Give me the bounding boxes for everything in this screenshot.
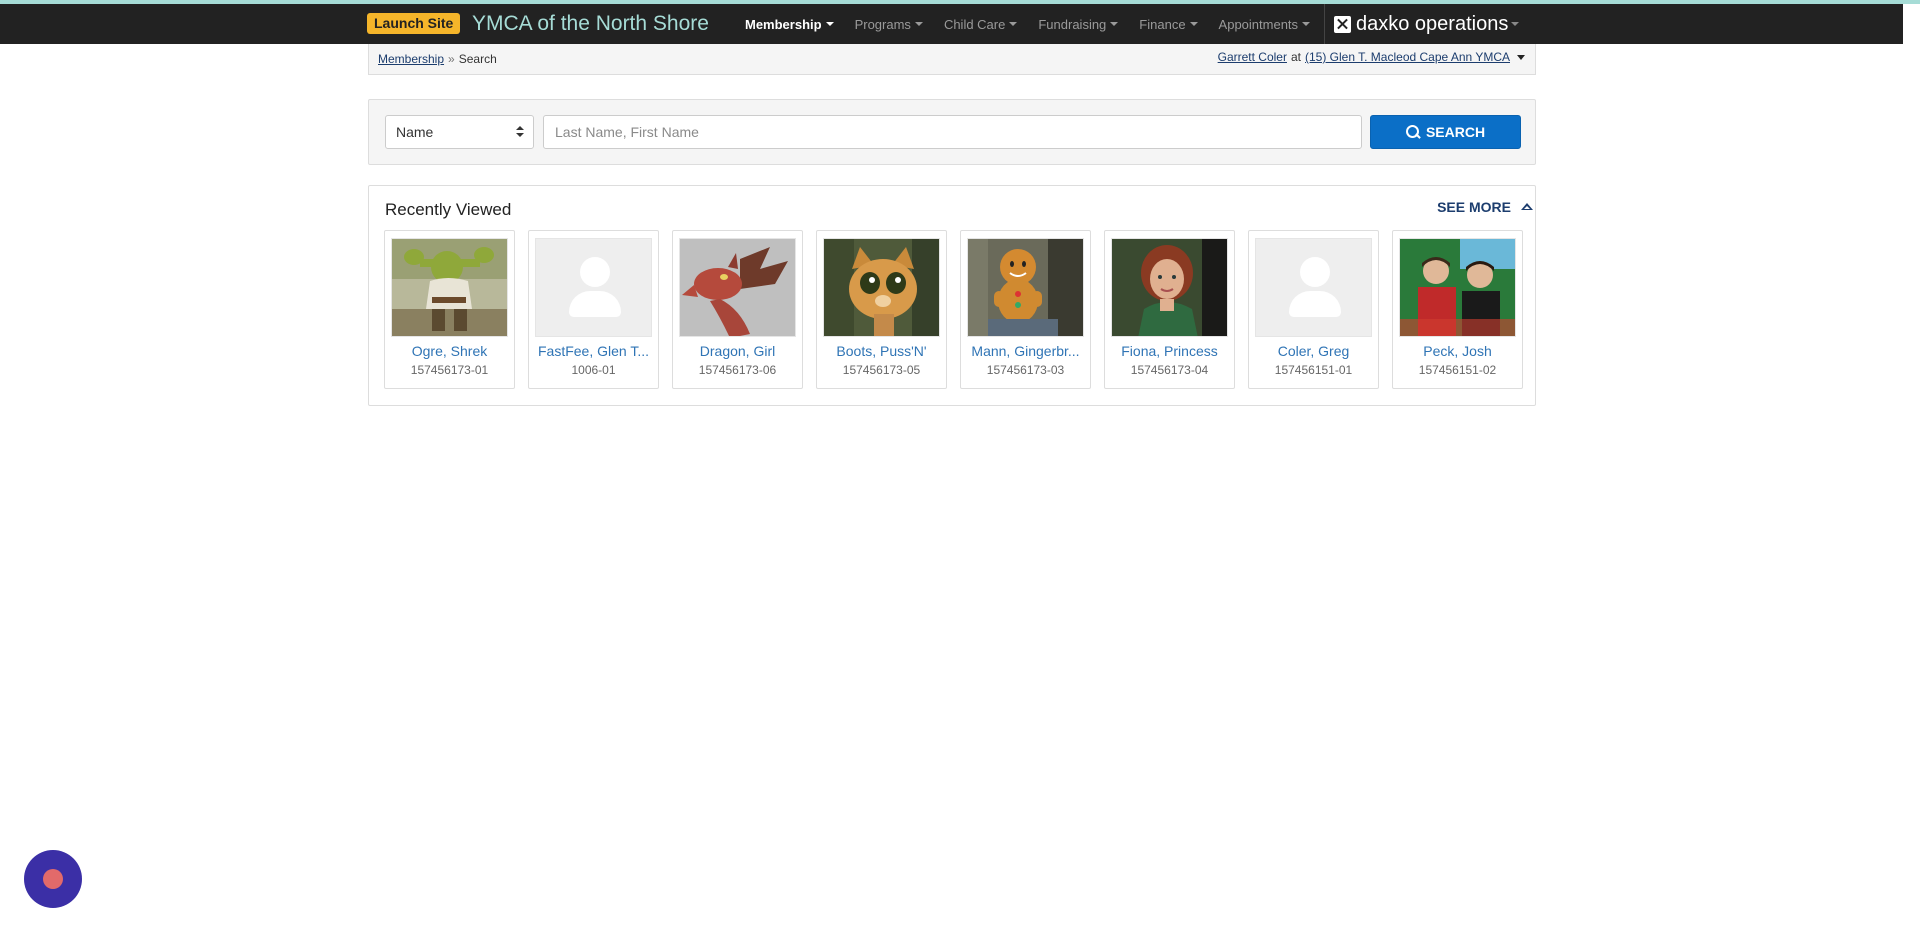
member-name: Dragon, Girl — [699, 343, 776, 359]
brand-label: daxko operations — [1356, 12, 1509, 35]
member-photo — [1111, 238, 1228, 337]
chevron-up-icon — [1521, 203, 1533, 211]
member-id: 157456151-02 — [1418, 363, 1497, 377]
member-photo — [967, 238, 1084, 337]
recently-viewed-panel: Recently Viewed SEE MORE Ogre, Shrek 157… — [368, 185, 1536, 406]
nav-item-programs[interactable]: Programs — [855, 17, 923, 32]
search-type-select[interactable]: Name — [385, 115, 534, 149]
recently-viewed-title: Recently Viewed — [385, 200, 512, 219]
launch-site-button[interactable]: Launch Site — [367, 13, 461, 34]
caret-down-icon — [1110, 22, 1119, 26]
member-photo — [679, 238, 796, 337]
member-card[interactable]: Dragon, Girl 157456173-06 — [672, 230, 803, 389]
search-button[interactable]: SEARCH — [1370, 115, 1521, 149]
nav-item-label: Child Care — [943, 16, 1006, 32]
nav-item-child-care[interactable]: Child Care — [943, 16, 1018, 32]
user-name-link[interactable]: Garrett Coler — [1218, 50, 1287, 64]
search-button-label: SEARCH — [1425, 124, 1486, 140]
member-card[interactable]: Coler, Greg 157456151-01 — [1248, 230, 1379, 389]
member-card[interactable]: Boots, Puss'N' 157456173-05 — [816, 230, 947, 389]
see-more-label: SEE MORE — [1437, 199, 1511, 215]
member-id: 1006-01 — [571, 363, 616, 377]
member-id: 157456173-04 — [1130, 363, 1209, 377]
member-id: 157456173-01 — [410, 363, 489, 377]
main-nav: Membership Programs Child Care Fundraisi… — [745, 4, 1331, 44]
daxko-logo-icon — [1334, 15, 1351, 33]
location-link[interactable]: (15) Glen T. Macleod Cape Ann YMCA — [1305, 50, 1510, 64]
member-id: 157456173-06 — [698, 363, 777, 377]
user-info: Garrett Coler at (15) Glen T. Macleod Ca… — [1218, 50, 1525, 64]
nav-item-label: Fundraising — [1038, 16, 1107, 32]
site-title[interactable]: YMCA of the North Shore — [472, 10, 709, 38]
search-input[interactable] — [543, 115, 1362, 149]
nav-item-appointments[interactable]: Appointments — [1219, 17, 1311, 32]
member-name: FastFee, Glen T... — [537, 343, 649, 359]
nav-item-label: Programs — [854, 16, 911, 32]
chat-widget-button[interactable] — [24, 850, 82, 908]
member-card[interactable]: FastFee, Glen T... 1006-01 — [528, 230, 659, 389]
member-name: Boots, Puss'N' — [836, 343, 927, 359]
select-arrows-icon — [516, 126, 524, 138]
search-panel: Name SEARCH — [368, 99, 1536, 165]
daxko-brand-menu[interactable]: daxko operations — [1324, 4, 1535, 44]
member-name: Mann, Gingerbr... — [971, 343, 1080, 359]
member-card[interactable]: Peck, Josh 157456151-02 — [1392, 230, 1523, 389]
search-type-value: Name — [396, 124, 434, 140]
member-card[interactable]: Fiona, Princess 157456173-04 — [1104, 230, 1235, 389]
breadcrumb-separator: » — [448, 52, 455, 66]
caret-down-icon — [825, 22, 834, 26]
member-name: Fiona, Princess — [1121, 343, 1218, 359]
caret-down-icon — [914, 22, 923, 26]
avatar-placeholder-icon — [535, 238, 652, 337]
nav-item-membership[interactable]: Membership — [745, 17, 834, 32]
nav-item-label: Finance — [1139, 16, 1186, 32]
member-photo — [823, 238, 940, 337]
chat-status-icon — [43, 869, 63, 889]
location-dropdown-icon[interactable] — [1517, 54, 1525, 60]
see-more-toggle[interactable]: SEE MORE — [1437, 199, 1533, 215]
member-card[interactable]: Mann, Gingerbr... 157456173-03 — [960, 230, 1091, 389]
nav-item-label: Appointments — [1218, 16, 1299, 32]
recent-cards: Ogre, Shrek 157456173-01 FastFee, Glen T… — [384, 230, 1523, 389]
caret-down-icon — [1302, 22, 1311, 26]
caret-down-icon — [1009, 22, 1018, 26]
breadcrumb: Membership » Search — [378, 52, 497, 66]
breadcrumb-membership-link[interactable]: Membership — [378, 52, 444, 66]
member-id: 157456173-05 — [842, 363, 921, 377]
user-at-text: at — [1290, 50, 1301, 64]
member-id: 157456173-03 — [986, 363, 1065, 377]
caret-down-icon — [1511, 22, 1520, 26]
search-icon — [1405, 125, 1420, 139]
top-navbar: Launch Site YMCA of the North Shore Memb… — [0, 4, 1920, 44]
member-name: Peck, Josh — [1423, 343, 1492, 359]
breadcrumb-current: Search — [458, 52, 497, 66]
nav-item-finance[interactable]: Finance — [1139, 16, 1198, 32]
page-scrollbar[interactable] — [1903, 4, 1920, 931]
avatar-placeholder-icon — [1255, 238, 1372, 337]
member-card[interactable]: Ogre, Shrek 157456173-01 — [384, 230, 515, 389]
member-photo — [1399, 238, 1516, 337]
member-id: 157456151-01 — [1274, 363, 1353, 377]
member-photo — [391, 238, 508, 337]
nav-item-fundraising[interactable]: Fundraising — [1038, 16, 1119, 32]
breadcrumb-bar: Membership » Search Garrett Coler at (15… — [368, 44, 1536, 75]
nav-item-label: Membership — [745, 16, 822, 32]
member-name: Ogre, Shrek — [411, 343, 488, 359]
caret-down-icon — [1189, 22, 1198, 26]
member-name: Coler, Greg — [1277, 343, 1350, 359]
